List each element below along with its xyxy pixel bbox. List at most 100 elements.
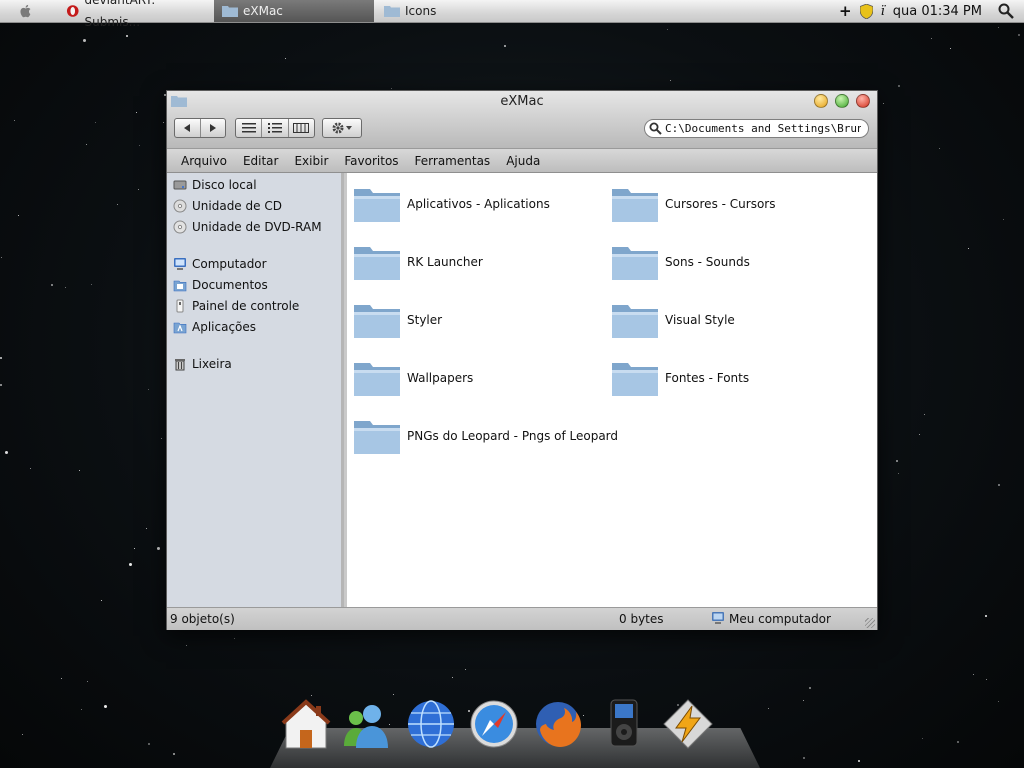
sidebar: Disco local Unidade de CD Unidade de DVD-R… — [167, 173, 344, 607]
address-input[interactable] — [662, 122, 861, 135]
forward-arrow-icon — [209, 124, 216, 132]
safari-icon[interactable] — [468, 698, 520, 750]
dock — [270, 699, 760, 768]
star — [504, 45, 506, 47]
file-area: Aplicativos - Aplications Cursores - Curs… — [347, 173, 877, 607]
back-button[interactable] — [175, 119, 201, 137]
star — [803, 757, 805, 759]
folder-label: Wallpapers — [407, 371, 474, 385]
sidebar-item-label: Unidade de DVD-RAM — [192, 220, 322, 234]
window-titlebar[interactable]: eXMac — [167, 91, 877, 148]
folder-item[interactable]: Aplicativos - Aplications — [353, 185, 550, 223]
resize-grip[interactable] — [865, 618, 875, 628]
folder-item[interactable]: Sons - Sounds — [611, 243, 750, 281]
star — [104, 705, 107, 708]
input-method-icon[interactable]: ï — [881, 4, 885, 19]
sidebar-item-lixeira[interactable]: Lixeira — [173, 355, 232, 373]
star — [898, 473, 899, 474]
add-icon[interactable]: + — [839, 2, 852, 20]
folder-label: Visual Style — [665, 313, 735, 327]
menu-item-arquivo[interactable]: Arquivo — [173, 154, 235, 168]
folder-item[interactable]: Fontes - Fonts — [611, 359, 749, 397]
folder-label: Styler — [407, 313, 443, 327]
sidebar-item-documentos[interactable]: Documentos — [173, 276, 268, 294]
spotlight-search-icon[interactable] — [998, 3, 1014, 19]
folder-icon — [354, 247, 400, 280]
star — [173, 753, 175, 755]
forward-button[interactable] — [201, 119, 226, 137]
sidebar-item-computador[interactable]: Computador — [173, 255, 267, 273]
status-object-count: 9 objeto(s) — [170, 612, 235, 626]
sidebar-item-label: Painel de controle — [192, 299, 300, 313]
star — [5, 451, 8, 454]
apple-menu-icon[interactable] — [18, 3, 34, 19]
winamp-icon[interactable] — [662, 698, 714, 750]
sidebar-item-label: Unidade de CD — [192, 199, 282, 213]
taskbar-item-exmac[interactable]: eXMac — [214, 0, 374, 22]
home-icon[interactable] — [280, 698, 332, 750]
menu-item-favoritos[interactable]: Favoritos — [336, 154, 406, 168]
folder-label: Aplicativos - Aplications — [407, 197, 550, 211]
sidebar-item-unidade-de-dvd-ram[interactable]: Unidade de DVD-RAM — [173, 218, 322, 236]
details-view-icon — [267, 123, 282, 133]
applications-icon — [173, 322, 187, 334]
star — [939, 148, 940, 149]
ipod-icon[interactable] — [598, 698, 650, 750]
computer-icon — [712, 612, 724, 624]
view-list-button[interactable] — [236, 119, 263, 137]
folder-icon — [222, 6, 238, 17]
star — [186, 645, 187, 646]
star — [139, 145, 140, 146]
top-menubar: deviantART: Submis... eXMac Icons + ï qu… — [0, 0, 1024, 29]
star — [65, 287, 66, 288]
address-search-field[interactable] — [644, 119, 869, 138]
star — [998, 701, 999, 702]
star — [393, 694, 394, 695]
star — [161, 438, 162, 439]
taskbar-item-icons[interactable]: Icons — [376, 0, 536, 22]
sidebar-item-label: Lixeira — [192, 357, 232, 371]
documents-icon — [173, 280, 187, 292]
sidebar-item-aplica-es[interactable]: Aplicações — [173, 318, 256, 336]
folder-item[interactable]: Wallpapers — [353, 359, 473, 397]
folder-label: Fontes - Fonts — [665, 371, 750, 385]
view-columns-button[interactable] — [289, 119, 314, 137]
close-button[interactable] — [856, 94, 870, 108]
folder-item[interactable]: PNGs do Leopard - Pngs of Leopard — [353, 417, 618, 455]
minimize-button[interactable] — [814, 94, 828, 108]
star — [1003, 219, 1004, 220]
maximize-button[interactable] — [835, 94, 849, 108]
menu-item-editar[interactable]: Editar — [235, 154, 287, 168]
menu-item-ajuda[interactable]: Ajuda — [498, 154, 548, 168]
star — [768, 708, 769, 709]
security-shield-icon[interactable] — [859, 3, 873, 19]
star — [883, 103, 884, 104]
star — [924, 414, 925, 415]
folder-icon — [612, 363, 658, 396]
folder-icon — [354, 421, 400, 454]
menu-item-exibir[interactable]: Exibir — [286, 154, 336, 168]
network-globe-icon[interactable] — [405, 698, 457, 750]
action-menu-button[interactable] — [322, 118, 362, 138]
folder-item[interactable]: Styler — [353, 301, 442, 339]
sidebar-item-label: Disco local — [192, 178, 257, 192]
star — [138, 189, 139, 190]
star — [998, 27, 999, 28]
sidebar-item-unidade-de-cd[interactable]: Unidade de CD — [173, 197, 282, 215]
folder-item[interactable]: Visual Style — [611, 301, 735, 339]
messenger-icon[interactable] — [340, 698, 392, 750]
view-details-button[interactable] — [262, 119, 289, 137]
folder-item[interactable]: RK Launcher — [353, 243, 483, 281]
taskbar-item-deviantart[interactable]: deviantART: Submis... — [58, 0, 210, 29]
menu-item-ferramentas[interactable]: Ferramentas — [407, 154, 499, 168]
sidebar-item-disco-local[interactable]: Disco local — [173, 176, 257, 194]
sidebar-item-painel-de-controle[interactable]: Painel de controle — [173, 297, 299, 315]
star — [391, 88, 392, 89]
sidebar-item-label: Documentos — [192, 278, 268, 292]
star — [986, 679, 987, 680]
folder-item[interactable]: Cursores - Cursors — [611, 185, 775, 223]
explorer-window: eXMac ArquivoEditarExibirFavoritosFerram… — [166, 90, 878, 630]
firefox-icon[interactable] — [532, 698, 584, 750]
gear-icon — [332, 122, 352, 134]
folder-label: Cursores - Cursors — [665, 197, 776, 211]
